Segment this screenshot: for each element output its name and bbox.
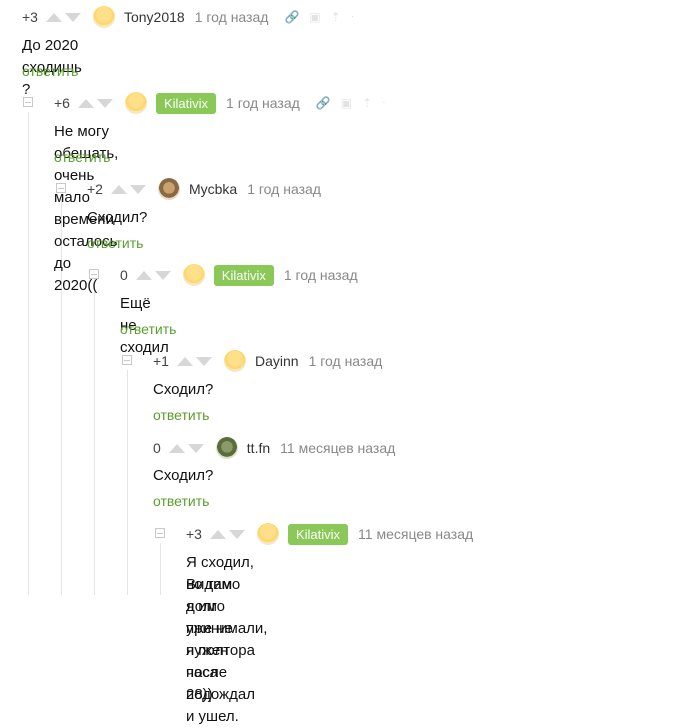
comment-time[interactable]: 1 год назад xyxy=(195,9,269,25)
comment-score: +3 xyxy=(186,526,202,542)
downvote-icon[interactable] xyxy=(154,270,171,280)
pin-icon[interactable]: ⇡ xyxy=(331,10,341,24)
thread-line xyxy=(160,543,161,595)
downvote-icon[interactable] xyxy=(96,98,113,108)
comment-score: 0 xyxy=(120,267,128,283)
comment-score: +1 xyxy=(153,353,169,369)
link-icon[interactable]: 🔗 xyxy=(284,10,299,24)
comment-time[interactable]: 1 год назад xyxy=(309,353,383,369)
comment-text: Сходил? xyxy=(153,381,214,398)
more-icon[interactable]: ᐧ xyxy=(351,10,354,24)
upvote-icon[interactable] xyxy=(209,529,226,539)
downvote-icon[interactable] xyxy=(64,12,81,22)
avatar[interactable] xyxy=(256,523,279,545)
reply-link[interactable]: ответить xyxy=(120,321,176,337)
save-icon[interactable]: ▣ xyxy=(341,96,352,110)
collapse-toggle[interactable] xyxy=(155,528,165,538)
pin-icon[interactable]: ⇡ xyxy=(362,96,372,110)
upvote-icon[interactable] xyxy=(168,443,185,453)
link-icon[interactable]: 🔗 xyxy=(316,96,331,110)
avatar[interactable] xyxy=(157,178,180,200)
downvote-icon[interactable] xyxy=(228,529,245,539)
avatar[interactable] xyxy=(182,264,205,286)
collapse-toggle[interactable] xyxy=(89,269,99,279)
author-name[interactable]: Kilativix xyxy=(287,523,349,545)
author-name[interactable]: Dayinn xyxy=(255,353,299,369)
comment-score: 0 xyxy=(153,440,161,456)
author-name[interactable]: tt.fn xyxy=(247,440,270,456)
reply-link[interactable]: ответить xyxy=(87,235,143,251)
collapse-toggle[interactable] xyxy=(23,97,33,107)
avatar[interactable] xyxy=(215,437,238,459)
collapse-toggle[interactable] xyxy=(122,355,132,365)
comment-text: Сходил? xyxy=(87,209,148,226)
reply-link[interactable]: ответить xyxy=(54,149,110,165)
upvote-icon[interactable] xyxy=(77,98,94,108)
comment-time[interactable]: 11 месяцев назад xyxy=(280,440,395,456)
avatar[interactable] xyxy=(124,92,147,114)
collapse-toggle[interactable] xyxy=(56,183,66,193)
comment-text-line-2: Видимо я им уже не нужен после 28)) xyxy=(186,576,241,703)
thread-line xyxy=(127,370,128,595)
comment-time[interactable]: 1 год назад xyxy=(247,181,321,197)
downvote-icon[interactable] xyxy=(129,184,146,194)
comment-score: +6 xyxy=(54,95,70,111)
avatar[interactable] xyxy=(223,350,246,372)
upvote-icon[interactable] xyxy=(45,12,62,22)
comment-text: Сходил? xyxy=(153,467,214,484)
comment-time[interactable]: 1 год назад xyxy=(284,267,358,283)
downvote-icon[interactable] xyxy=(195,356,212,366)
author-name[interactable]: Kilativix xyxy=(155,92,217,114)
upvote-icon[interactable] xyxy=(135,270,152,280)
author-name[interactable]: Kilativix xyxy=(213,264,274,286)
comment-time[interactable]: 11 месяцев назад xyxy=(358,526,473,542)
thread-line xyxy=(94,284,95,595)
upvote-icon[interactable] xyxy=(110,184,127,194)
save-icon[interactable]: ▣ xyxy=(309,10,320,24)
downvote-icon[interactable] xyxy=(187,443,204,453)
reply-link[interactable]: ответить xyxy=(22,63,78,79)
comment-time[interactable]: 1 год назад xyxy=(226,95,300,111)
comment-score: +3 xyxy=(22,9,38,25)
author-name[interactable]: Mycbka xyxy=(189,181,237,197)
more-icon[interactable]: ᐧ xyxy=(382,96,385,110)
author-name[interactable]: Tony2018 xyxy=(124,9,185,25)
comment-score: +2 xyxy=(87,181,103,197)
reply-link[interactable]: ответить xyxy=(153,493,209,509)
avatar[interactable] xyxy=(92,6,115,28)
upvote-icon[interactable] xyxy=(176,356,193,366)
thread-line xyxy=(28,112,29,595)
reply-link[interactable]: ответить xyxy=(153,407,209,423)
